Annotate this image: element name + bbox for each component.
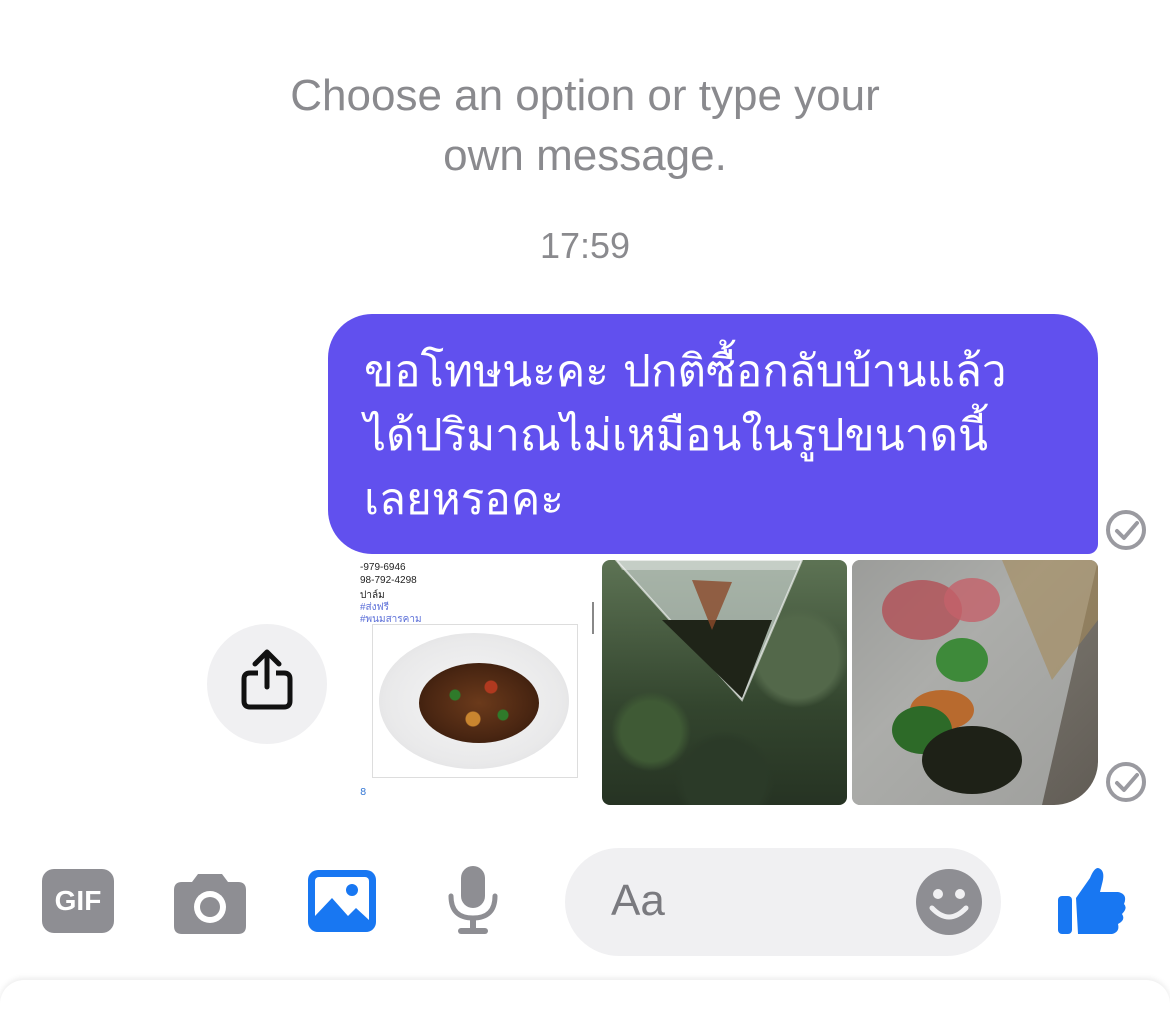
plate bbox=[379, 633, 569, 769]
message-composer[interactable]: Aa bbox=[565, 848, 1001, 956]
gif-icon: GIF bbox=[54, 885, 102, 916]
plastic-bag-image bbox=[614, 560, 804, 702]
message-line-3: เลยหรอคะ bbox=[364, 474, 564, 525]
share-icon bbox=[241, 649, 293, 710]
stir-fry-dish bbox=[419, 663, 539, 743]
screenshot-scrollbar bbox=[592, 602, 594, 634]
message-timestamp: 17:59 bbox=[539, 225, 631, 266]
camera-icon bbox=[174, 874, 246, 934]
system-message-line-2: own message. bbox=[443, 131, 727, 180]
food-photo bbox=[372, 624, 578, 778]
microphone-icon bbox=[448, 866, 498, 934]
bottom-sheet-edge bbox=[0, 980, 1170, 1010]
shared-photo-screenshot[interactable]: -979-6946 98-792-4298 ปาล์ม #ส่งฟรี #พนม… bbox=[354, 560, 598, 804]
system-message: Choose an option or type your own messag… bbox=[0, 66, 1170, 186]
message-line-1: ขอโทษนะคะ ปกติซื้อกลับบ้านแล้ว bbox=[364, 346, 1007, 397]
gallery-button[interactable] bbox=[308, 870, 376, 936]
message-line-2: ได้ปริมาณไม่เหมือนในรูปขนาดนี้ bbox=[364, 410, 989, 461]
shared-photo-bag-2[interactable] bbox=[852, 560, 1098, 805]
outgoing-message-bubble[interactable]: ขอโทษนะคะ ปกติซื้อกลับบ้านแล้ว ได้ปริมาณ… bbox=[328, 314, 1098, 554]
emoji-button[interactable] bbox=[915, 868, 983, 940]
check-circle-icon bbox=[1106, 510, 1146, 550]
share-button[interactable] bbox=[207, 624, 327, 744]
like-button[interactable] bbox=[1056, 864, 1128, 940]
emoji-icon bbox=[916, 869, 982, 935]
thumbs-up-icon bbox=[1058, 868, 1126, 934]
shared-photo-bag-1[interactable] bbox=[602, 560, 847, 805]
camera-button[interactable] bbox=[174, 870, 246, 938]
system-message-line-1: Choose an option or type your bbox=[290, 71, 880, 120]
microphone-button[interactable] bbox=[446, 866, 500, 940]
plastic-bag-closeup-image bbox=[852, 560, 1098, 805]
screenshot-phone-1: -979-6946 bbox=[360, 562, 406, 573]
screenshot-footer: 8 bbox=[360, 787, 367, 798]
composer-placeholder: Aa bbox=[611, 876, 665, 925]
gif-button[interactable]: GIF bbox=[42, 869, 114, 933]
check-circle-icon bbox=[1106, 762, 1146, 802]
gallery-icon bbox=[308, 870, 376, 932]
screenshot-phone-2: 98-792-4298 bbox=[360, 575, 417, 586]
